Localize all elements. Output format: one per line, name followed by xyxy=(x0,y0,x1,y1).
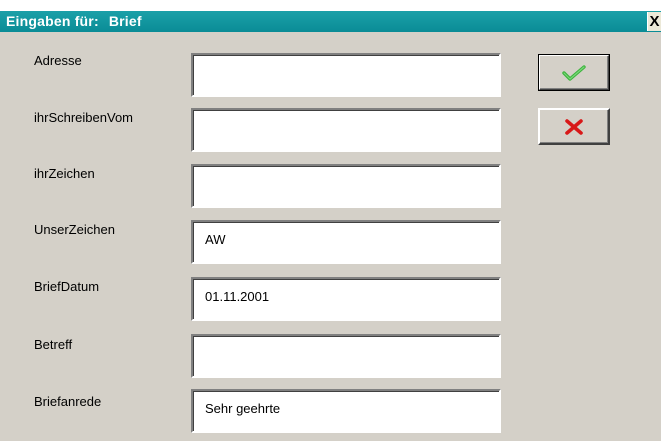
window-title-prefix: Eingaben für: xyxy=(6,13,99,29)
input-ihr-zeichen[interactable] xyxy=(191,164,501,208)
label-ihr-schreiben-vom: ihrSchreibenVom xyxy=(34,110,133,125)
input-brief-datum[interactable]: 01.11.2001 xyxy=(191,277,501,321)
label-betreff: Betreff xyxy=(34,337,73,352)
label-briefanrede: Briefanrede xyxy=(34,394,102,409)
ok-button[interactable] xyxy=(538,54,610,91)
top-strip xyxy=(0,0,661,10)
label-adresse: Adresse xyxy=(34,53,82,68)
input-betreff[interactable] xyxy=(191,334,501,378)
input-ihr-schreiben-vom[interactable] xyxy=(191,108,501,152)
cross-icon xyxy=(565,118,583,135)
close-button[interactable]: X xyxy=(647,12,661,31)
checkmark-icon xyxy=(562,64,586,81)
input-briefanrede[interactable]: Sehr geehrte xyxy=(191,389,501,433)
input-unser-zeichen[interactable]: AW xyxy=(191,220,501,264)
cancel-button[interactable] xyxy=(538,108,610,145)
label-ihr-zeichen: ihrZeichen xyxy=(34,166,95,181)
window-title: Eingaben für: Brief xyxy=(6,13,142,30)
close-icon: X xyxy=(649,13,660,30)
title-bar[interactable]: Eingaben für: Brief xyxy=(0,11,661,32)
label-unser-zeichen: UnserZeichen xyxy=(34,222,115,237)
dialog-window: Eingaben für: Brief X Adresse ihrSchreibe… xyxy=(0,0,661,441)
label-brief-datum: BriefDatum xyxy=(34,279,100,294)
input-adresse[interactable] xyxy=(191,53,501,97)
window-title-doc: Brief xyxy=(108,13,142,29)
